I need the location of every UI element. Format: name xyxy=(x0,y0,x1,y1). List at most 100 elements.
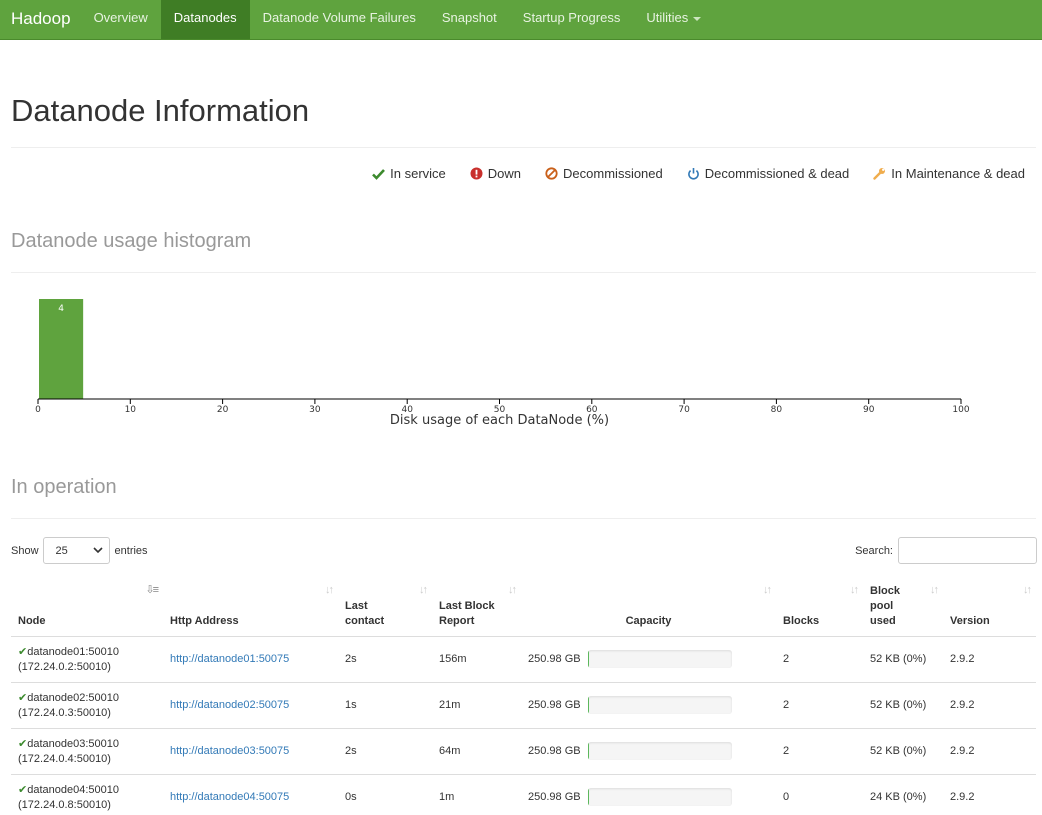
histogram-title: Datanode usage histogram xyxy=(11,230,252,252)
last-contact-cell: 0s xyxy=(345,790,357,803)
last-block-report-cell: 1m xyxy=(439,790,455,803)
nav-overview[interactable]: Overview xyxy=(81,0,161,39)
check-icon: ✔ xyxy=(18,692,28,704)
version-cell: 2.9.2 xyxy=(943,636,1036,683)
entries-select[interactable]: 25 xyxy=(42,537,110,564)
brand-logo[interactable]: Hadoop xyxy=(0,0,81,39)
x-tick-label: 30 xyxy=(309,405,321,415)
column-header-blocks[interactable]: ↓↑ Blocks xyxy=(776,578,863,637)
check-icon: ✔ xyxy=(18,738,28,750)
table-row: ✔datanode02:50010 (172.24.0.3:50010) http:… xyxy=(11,682,1036,729)
http-address-cell: http://datanode04:50075 xyxy=(163,774,338,815)
block-pool-used-cell: 52 KB (0%) xyxy=(863,636,943,683)
legend-decommissioned: Decommissioned xyxy=(545,166,663,181)
legend-in-service: In service xyxy=(372,166,446,181)
column-header-version[interactable]: ↓↑ Version xyxy=(943,578,1036,637)
x-tick-label: 90 xyxy=(863,405,875,415)
check-icon: ✔ xyxy=(18,784,28,797)
last-contact-cell: 2s xyxy=(338,636,432,683)
column-label: Blocks xyxy=(783,614,820,627)
check-icon xyxy=(372,168,386,180)
http-address-cell: http://datanode03:50075 xyxy=(163,728,338,775)
nav-utilities[interactable]: Utilities xyxy=(633,0,714,39)
sort-icon: ↓↑ xyxy=(419,584,428,596)
blocks-cell: 2 xyxy=(776,728,863,775)
capacity-bar xyxy=(588,788,732,807)
legend-decommissioned-dead: Decommissioned & dead xyxy=(687,166,849,181)
column-header-http-address[interactable]: ↓↑ Http Address xyxy=(163,578,338,637)
search-control: Search: xyxy=(855,537,1037,564)
http-address-link[interactable]: http://datanode03:50075 xyxy=(170,745,289,757)
divider xyxy=(11,147,1036,148)
legend-label: In Maintenance & dead xyxy=(891,166,1025,181)
column-header-last-block-report[interactable]: ↓↑ Last Block Report xyxy=(432,578,521,637)
sort-icon: ↓↑ xyxy=(508,584,517,596)
column-label: Capacity xyxy=(625,614,672,627)
sort-icon: ↓↑ xyxy=(763,584,772,596)
legend-maintenance-dead: In Maintenance & dead xyxy=(873,166,1025,181)
blocks-cell: 0 xyxy=(783,790,790,803)
divider xyxy=(11,272,1036,273)
sort-icon: ↓↑ xyxy=(850,584,859,596)
x-tick-label: 10 xyxy=(125,405,137,415)
column-label: Block pool used xyxy=(870,584,900,627)
column-label: Node xyxy=(18,614,46,627)
version-cell: 2.9.2 xyxy=(943,728,1036,775)
sort-amount-icon: ⇩≡ xyxy=(145,584,159,596)
node-ip: (172.24.0.8:50010) xyxy=(18,799,111,812)
nav-datanodes[interactable]: Datanodes xyxy=(160,0,250,39)
sort-icon: ↓↑ xyxy=(930,584,939,596)
column-header-node[interactable]: ⇩≡ Node xyxy=(11,578,163,637)
column-header-capacity[interactable]: ↓↑ Capacity xyxy=(521,578,776,637)
datanodes-table: ⇩≡ Node ↓↑ Http Address ↓↑ Last contact ↓↑ L… xyxy=(11,578,1036,815)
capacity-cell: 250.98 GB xyxy=(521,774,776,815)
capacity-value: 250.98 GB xyxy=(528,790,581,803)
blocks-cell: 2 xyxy=(776,682,863,729)
capacity-value: 250.98 GB xyxy=(528,652,581,665)
search-label: Search: xyxy=(855,544,893,557)
x-axis-label: Disk usage of each DataNode (%) xyxy=(390,413,609,428)
entries-value: 25 xyxy=(55,544,68,557)
http-address-link[interactable]: http://datanode01:50075 xyxy=(170,653,289,665)
node-cell: ✔datanode03:50010 (172.24.0.4:50010) xyxy=(11,728,163,775)
http-address-link[interactable]: http://datanode02:50075 xyxy=(170,699,289,711)
capacity-value: 250.98 GB xyxy=(528,744,581,757)
column-header-last-contact[interactable]: ↓↑ Last contact xyxy=(338,578,432,637)
block-pool-used-cell: 52 KB (0%) xyxy=(863,728,943,775)
nav-datanode-volume-failures[interactable]: Datanode Volume Failures xyxy=(250,0,429,39)
node-name: datanode03:50010 xyxy=(27,738,119,750)
capacity-bar-fill xyxy=(588,742,590,760)
http-address-link[interactable]: http://datanode04:50075 xyxy=(170,791,289,803)
show-label: Show xyxy=(11,544,39,557)
check-icon: ✔ xyxy=(18,646,28,658)
column-label: Http Address xyxy=(170,614,239,627)
block-pool-used-cell: 52 KB (0%) xyxy=(863,682,943,729)
http-address-cell: http://datanode02:50075 xyxy=(163,682,338,729)
capacity-bar-fill xyxy=(588,788,590,807)
ban-icon xyxy=(545,167,558,180)
usage-histogram: 40 10 20 30 40 50 60 70 80 90 100Disk usage of eac… xyxy=(35,299,970,428)
node-ip: (172.24.0.2:50010) xyxy=(18,661,111,673)
search-input[interactable] xyxy=(898,537,1037,564)
table-row: ✔datanode04:50010 (172.24.0.8:50010) http:… xyxy=(11,774,1036,815)
page-title: Datanode Information xyxy=(11,93,310,128)
nav-snapshot[interactable]: Snapshot xyxy=(429,0,510,39)
legend-label: Decommissioned xyxy=(563,166,663,181)
x-tick-label: 0 xyxy=(35,405,41,415)
legend-label: In service xyxy=(390,166,446,181)
nav-startup-progress[interactable]: Startup Progress xyxy=(510,0,634,39)
node-name: datanode01:50010 xyxy=(27,646,119,658)
x-tick-label: 20 xyxy=(217,405,229,415)
capacity-cell: 250.98 GB xyxy=(521,636,776,683)
column-header-block-pool-used[interactable]: ↓↑ Block pool used xyxy=(863,578,943,637)
node-name: datanode04:50010 xyxy=(27,784,119,797)
nav-utilities-label: Utilities xyxy=(646,10,689,25)
blocks-cell: 2 xyxy=(776,636,863,683)
chevron-down-icon xyxy=(92,547,103,554)
node-cell: ✔datanode02:50010 (172.24.0.3:50010) xyxy=(11,682,163,729)
node-cell: ✔datanode01:50010 (172.24.0.2:50010) xyxy=(11,636,163,683)
node-name: datanode02:50010 xyxy=(27,692,119,704)
power-icon xyxy=(687,168,699,180)
last-block-report-cell: 21m xyxy=(432,682,521,729)
exclamation-circle-icon xyxy=(470,167,483,180)
